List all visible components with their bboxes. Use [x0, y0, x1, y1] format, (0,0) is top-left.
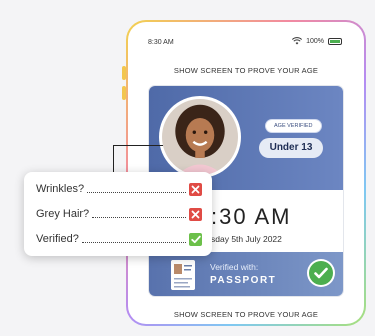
profile-photo: [159, 96, 241, 178]
cross-icon: [189, 182, 202, 196]
card-date: sday 5th July 2022: [211, 234, 282, 244]
battery-icon: [328, 37, 342, 45]
leader-dots: [81, 241, 186, 243]
wifi-icon: [292, 37, 303, 45]
verified-with-label: Verified with:: [210, 262, 259, 272]
verified-check-badge: [307, 259, 335, 287]
battery-percent: 100%: [306, 37, 324, 45]
check-icon: [314, 267, 328, 279]
passport-icon: [171, 260, 195, 290]
age-group-badge: Under 13: [259, 138, 323, 158]
verification-footer: Verified with: PASSPORT: [149, 252, 343, 296]
leader-dots: [87, 191, 186, 193]
checklist-row: Wrinkles?: [36, 180, 202, 198]
document-type: PASSPORT: [210, 275, 277, 286]
checklist-label: Grey Hair?: [36, 208, 90, 220]
cross-icon: [189, 207, 202, 221]
status-indicators: 100%: [292, 37, 342, 45]
screen-heading: SHOW SCREEN TO PROVE YOUR AGE: [173, 66, 319, 75]
leader-dots: [92, 216, 186, 218]
age-checklist: Wrinkles? Grey Hair? Verified?: [24, 172, 212, 256]
checklist-row: Verified?: [36, 230, 202, 248]
checklist-row: Grey Hair?: [36, 205, 202, 223]
screen-footer: SHOW SCREEN TO PROVE YOUR AGE: [173, 310, 319, 319]
card-time: :30 AM: [211, 204, 292, 229]
status-time: 8:30 AM: [148, 39, 174, 46]
check-icon: [189, 232, 202, 246]
checklist-label: Verified?: [36, 233, 79, 245]
age-verified-badge: AGE VERIFIED: [265, 119, 322, 133]
connector-line: [113, 145, 163, 146]
avatar: [162, 99, 238, 175]
checklist-label: Wrinkles?: [36, 183, 85, 195]
